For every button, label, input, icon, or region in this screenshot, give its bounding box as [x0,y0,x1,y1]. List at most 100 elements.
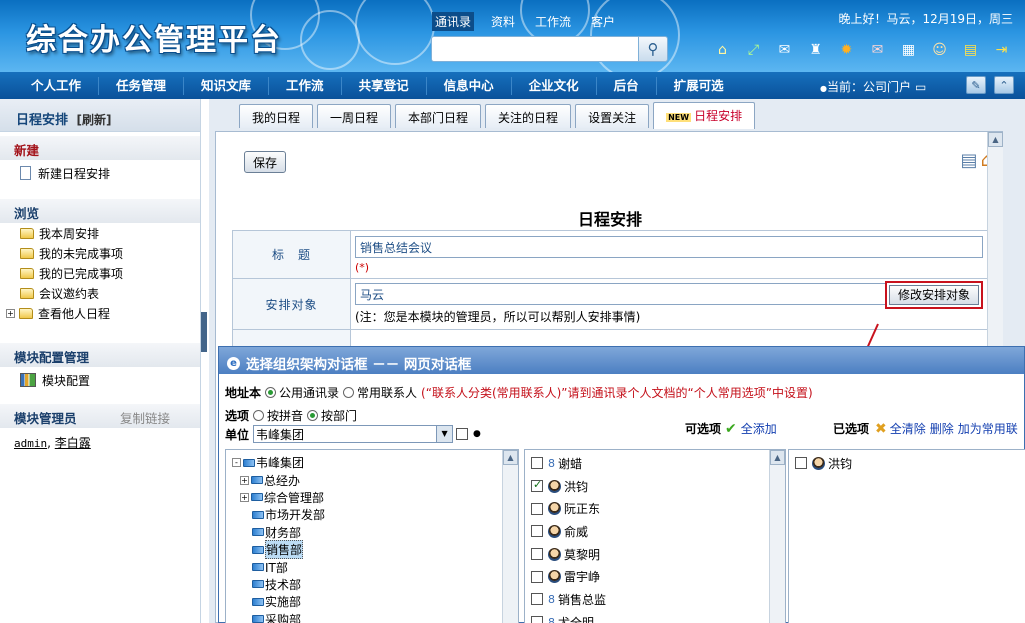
tree-scrollbar[interactable]: ▲ [502,450,518,623]
search-input[interactable] [431,36,639,62]
shirt-icon[interactable]: ♜ [805,40,826,60]
tree-node[interactable]: 实施部 [232,593,518,610]
collapse-up-icon[interactable]: ⌃ [994,76,1014,94]
copy-link[interactable]: 复制链接 [120,408,170,428]
sidebar-item-module-config[interactable]: 模块配置 [0,370,200,390]
radio-common-contacts[interactable] [343,387,355,398]
search-tab-contacts[interactable]: 通讯录 [432,12,475,31]
tree-node[interactable]: + 总经办 [232,471,518,488]
sidebar-toggle[interactable] [201,312,207,352]
contacts-icon[interactable]: ☺ [929,40,950,60]
add-common-link[interactable]: 加为常用联 [958,420,1018,437]
nav-shared-registration[interactable]: 共享登记 [342,76,427,95]
mail-icon[interactable]: ✉ [774,40,795,60]
refresh-link[interactable]: [刷新] [77,113,112,127]
nav-corporate-culture[interactable]: 企业文化 [512,76,597,95]
chevron-down-icon[interactable]: ▼ [436,426,453,442]
people-scrollbar[interactable]: ▲ [769,450,785,623]
list-item[interactable]: 洪钧 [789,452,1025,475]
delete-link[interactable]: 删除 [930,420,954,437]
admin-link[interactable]: 李白露 [55,436,91,450]
person-checkbox[interactable] [531,502,543,515]
collapse-icon[interactable]: - [232,458,241,468]
radio-by-pinyin[interactable] [253,410,265,421]
tree-node[interactable]: 采购部 [232,611,518,623]
list-item[interactable]: 8 尤全明 [525,611,785,623]
sidebar-item-meeting-invites[interactable]: 会议邀约表 [0,283,200,303]
nav-workflow[interactable]: 工作流 [269,76,342,95]
tab-followed-schedule[interactable]: 关注的日程 [485,104,572,128]
exit-icon[interactable]: ⇥ [991,40,1012,60]
search-tab-docs[interactable]: 资料 [488,12,518,31]
sidebar-item-finished[interactable]: 我的已完成事项 [0,263,200,283]
target-label: 安排对象 [232,278,351,330]
person-checkbox[interactable] [531,616,543,623]
person-name: 尤全明 [558,615,595,623]
expand-icon[interactable]: + [240,475,249,485]
add-all-link[interactable]: 全添加 [741,420,777,437]
sidebar-item-unfinished[interactable]: 我的未完成事项 [0,243,200,263]
tree-node[interactable]: 财务部 [232,524,518,541]
list-item[interactable]: 莫黎明 [525,543,785,566]
pen-icon[interactable]: ✎ [966,76,986,94]
nav-extensions[interactable]: 扩展可选 [657,77,741,95]
tree-node[interactable]: IT部 [232,558,518,575]
list-item[interactable]: 8 销售总监 [525,588,785,611]
scroll-up-icon[interactable]: ▲ [503,450,518,465]
tab-follow-settings[interactable]: 设置关注 [575,104,650,128]
search-tab-workflow[interactable]: 工作流 [532,12,574,31]
list-item[interactable]: 阮正东 [525,497,785,520]
list-item[interactable]: 8 谢蜡 [525,452,785,475]
clear-all-link[interactable]: 全清除 [890,420,926,437]
sun-icon[interactable]: ✹ [836,40,857,60]
scroll-up-icon[interactable]: ▲ [770,450,785,465]
person-checkbox[interactable] [531,548,543,561]
search-tab-customer[interactable]: 客户 [588,12,618,31]
person-checkbox[interactable] [531,525,543,538]
title-input[interactable]: 销售总结会议 [355,235,983,258]
list-item[interactable]: 俞威 [525,520,785,543]
save-button[interactable]: 保存 [244,151,286,173]
nav-info-center[interactable]: 信息中心 [427,76,512,95]
nav-knowledge-library[interactable]: 知识文库 [184,76,270,95]
expand-icon[interactable]: + [6,308,15,318]
nav-personal-work[interactable]: 个人工作 [14,76,100,95]
home-icon[interactable]: ⌂ [712,40,733,60]
tree-node[interactable]: + 综合管理部 [232,489,518,506]
selected-person-checkbox[interactable] [795,457,807,470]
person-checkbox[interactable] [531,570,543,583]
person-checkbox[interactable] [531,457,543,470]
include-subunits-checkbox[interactable] [456,428,469,440]
person-checkbox[interactable] [531,478,543,493]
tree-node[interactable]: - 韦峰集团 [232,454,518,471]
print-icon[interactable]: ▤ [961,150,978,171]
search-button[interactable]: ⚲ [638,36,668,62]
nav-backend[interactable]: 后台 [597,76,657,95]
radio-public-contacts[interactable] [265,387,277,398]
tab-department-schedule[interactable]: 本部门日程 [395,104,482,128]
tree-node[interactable]: 销售部 [232,540,518,560]
radio-by-department[interactable] [307,410,319,421]
list-item[interactable]: 雷宇峥 [525,565,785,588]
sidebar-item-new-schedule[interactable]: 新建日程安排 [0,163,200,183]
expand-icon[interactable]: + [240,492,249,502]
tab-my-schedule[interactable]: 我的日程 [239,104,314,128]
admin-link[interactable]: admin [14,437,47,450]
sidebar-item-others-schedule[interactable]: + 查看他人日程 [0,303,200,323]
unit-select[interactable]: 韦峰集团 ▼ [253,425,454,443]
modify-target-button[interactable]: 修改安排对象 [888,285,979,305]
tree-node[interactable]: 市场开发部 [232,506,518,523]
nav-task-management[interactable]: 任务管理 [99,76,185,95]
tab-week-schedule[interactable]: 一周日程 [317,104,392,128]
calendar-icon[interactable]: ▦ [898,40,919,60]
tree-node[interactable]: 技术部 [232,576,518,593]
list-item[interactable]: 洪钧 [525,475,785,498]
envelope-icon[interactable]: ✉ [867,40,888,60]
share-icon[interactable]: ⤢ [743,40,764,60]
tab-schedule-arrange[interactable]: NEW 日程安排 [653,102,756,129]
note-icon[interactable]: ▤ [960,40,981,60]
person-checkbox[interactable] [531,593,543,606]
scroll-up-icon[interactable]: ▲ [988,132,1003,147]
window-icon[interactable]: ▭ [915,80,926,94]
sidebar-item-this-week[interactable]: 我本周安排 [0,223,200,243]
